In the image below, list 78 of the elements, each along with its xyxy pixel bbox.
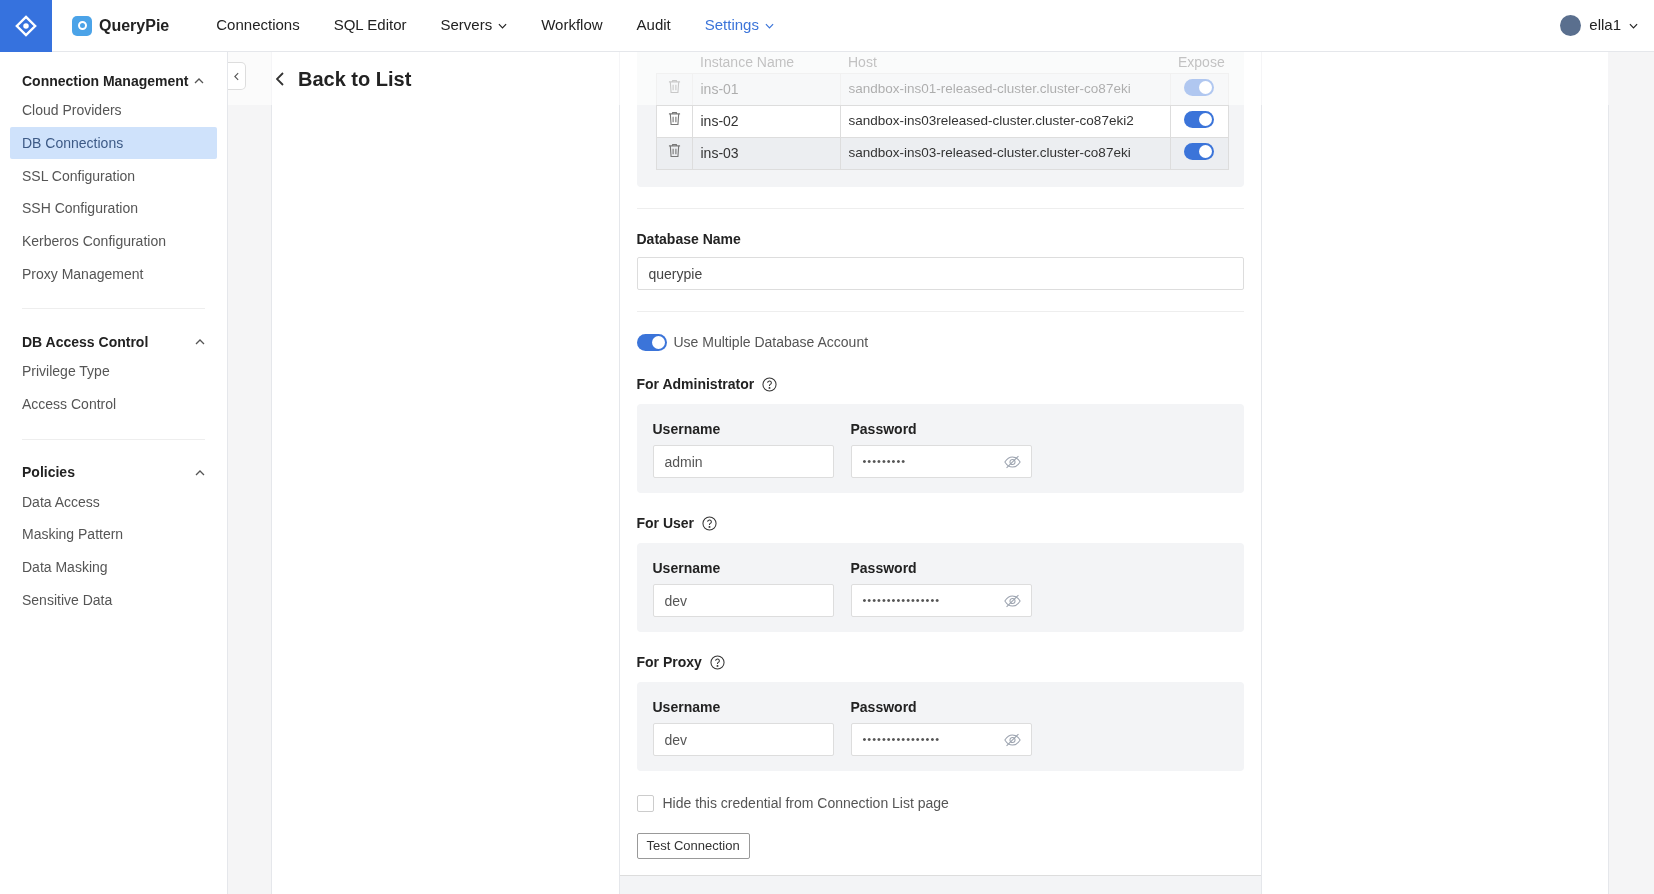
username-field[interactable]: admin bbox=[652, 445, 834, 478]
field-label: Password bbox=[850, 420, 918, 439]
username-field[interactable]: dev bbox=[652, 584, 834, 617]
column-header: Instance Name bbox=[692, 52, 840, 74]
sidebar-item[interactable]: DB Connections bbox=[10, 127, 217, 160]
collapse-chevron-icon bbox=[194, 78, 205, 84]
table-cell: ins-02 bbox=[692, 105, 840, 138]
sidebar-group-title[interactable]: Policies bbox=[22, 462, 75, 483]
sidebar-item[interactable]: Kerberos Configuration bbox=[10, 225, 217, 258]
field-label: Username bbox=[652, 559, 722, 578]
collapse-sidebar-button[interactable] bbox=[228, 62, 246, 90]
help-icon[interactable] bbox=[709, 655, 725, 670]
help-icon[interactable] bbox=[702, 516, 718, 531]
checkbox-label: Hide this credential from Connection List page bbox=[662, 794, 949, 813]
table-cell: sandbox-ins03-released-cluster.cluster-co87eki bbox=[840, 137, 1170, 170]
field-label: Password bbox=[850, 698, 918, 717]
database-name-field[interactable]: querypie bbox=[636, 257, 1244, 290]
nav-link[interactable]: Workflow bbox=[524, 14, 620, 37]
help-icon[interactable] bbox=[762, 377, 778, 392]
sidebar-item[interactable]: Data Access bbox=[10, 486, 217, 519]
brand-name: QueryPie bbox=[99, 15, 170, 36]
user-avatar[interactable] bbox=[1560, 15, 1582, 36]
sidebar-item[interactable]: Data Masking bbox=[10, 551, 217, 584]
user-name[interactable]: ella1 bbox=[1589, 14, 1621, 37]
trash-icon[interactable] bbox=[667, 111, 681, 126]
collapse-chevron-icon bbox=[195, 469, 205, 476]
hidden-eye-icon[interactable] bbox=[1003, 732, 1021, 747]
section-title: For Administrator bbox=[636, 375, 755, 394]
sidebar-item[interactable]: SSL Configuration bbox=[10, 160, 217, 193]
username-field[interactable]: dev bbox=[652, 723, 834, 756]
hidden-eye-icon[interactable] bbox=[1003, 593, 1021, 608]
nav-link[interactable]: SQL Editor bbox=[316, 14, 424, 37]
nav-link[interactable]: Audit bbox=[619, 14, 688, 37]
brand-icon bbox=[72, 15, 92, 36]
logo-icon bbox=[15, 14, 37, 37]
nav-link[interactable]: Settings bbox=[687, 14, 791, 37]
table-cell: sandbox-ins03released-cluster.cluster-co87eki2 bbox=[840, 105, 1170, 138]
column-header: Host bbox=[840, 52, 1170, 74]
caret-icon bbox=[764, 22, 774, 29]
column-header: Expose bbox=[1170, 52, 1228, 74]
expose-toggle[interactable] bbox=[1184, 111, 1214, 128]
back-to-list-link[interactable]: Back to List bbox=[298, 63, 412, 94]
sidebar-item[interactable]: Access Control bbox=[10, 388, 217, 421]
expose-toggle[interactable] bbox=[1184, 79, 1214, 96]
expose-toggle[interactable] bbox=[1184, 143, 1214, 160]
sidebar-item[interactable]: Sensitive Data bbox=[10, 584, 217, 617]
table-cell: ins-03 bbox=[692, 137, 840, 170]
sidebar-item[interactable]: Masking Pattern bbox=[10, 518, 217, 551]
chevron-left-icon bbox=[234, 71, 239, 81]
password-field[interactable]: ••••••••• bbox=[850, 445, 1032, 478]
nav-link[interactable]: Servers bbox=[423, 14, 525, 37]
toggle-label: Use Multiple Database Account bbox=[673, 333, 869, 352]
password-field[interactable]: •••••••••••••••• bbox=[850, 584, 1032, 617]
checkbox[interactable] bbox=[636, 795, 654, 812]
trash-icon[interactable] bbox=[667, 143, 681, 158]
field-label: Username bbox=[652, 698, 722, 717]
section-title: For User bbox=[636, 514, 695, 533]
sidebar-group-title[interactable]: Connection Management bbox=[22, 70, 189, 92]
multiple-account-toggle[interactable] bbox=[636, 334, 667, 351]
table-cell: ins-01 bbox=[692, 73, 840, 106]
password-field[interactable]: •••••••••••••••• bbox=[850, 723, 1032, 756]
caret-icon bbox=[498, 22, 508, 29]
hidden-eye-icon[interactable] bbox=[1003, 454, 1021, 469]
sidebar-item[interactable]: Proxy Management bbox=[10, 258, 217, 291]
section-title: For Proxy bbox=[636, 653, 702, 672]
field-label: Database Name bbox=[636, 230, 742, 249]
caret-icon bbox=[1629, 22, 1638, 29]
table-cell: sandbox-ins01-released-cluster.cluster-co87eki bbox=[840, 73, 1170, 106]
test-connection-button[interactable]: Test Connection bbox=[636, 833, 750, 859]
sidebar-group-title[interactable]: DB Access Control bbox=[22, 331, 149, 353]
sidebar-item[interactable]: Privilege Type bbox=[10, 355, 217, 388]
nav-link[interactable]: Connections bbox=[199, 14, 317, 37]
home-logo[interactable] bbox=[0, 0, 52, 52]
sidebar-item[interactable]: SSH Configuration bbox=[10, 192, 217, 225]
field-label: Password bbox=[850, 559, 918, 578]
collapse-chevron-icon bbox=[195, 339, 205, 346]
sidebar-item[interactable]: Cloud Providers bbox=[10, 94, 217, 127]
field-label: Username bbox=[652, 420, 722, 439]
